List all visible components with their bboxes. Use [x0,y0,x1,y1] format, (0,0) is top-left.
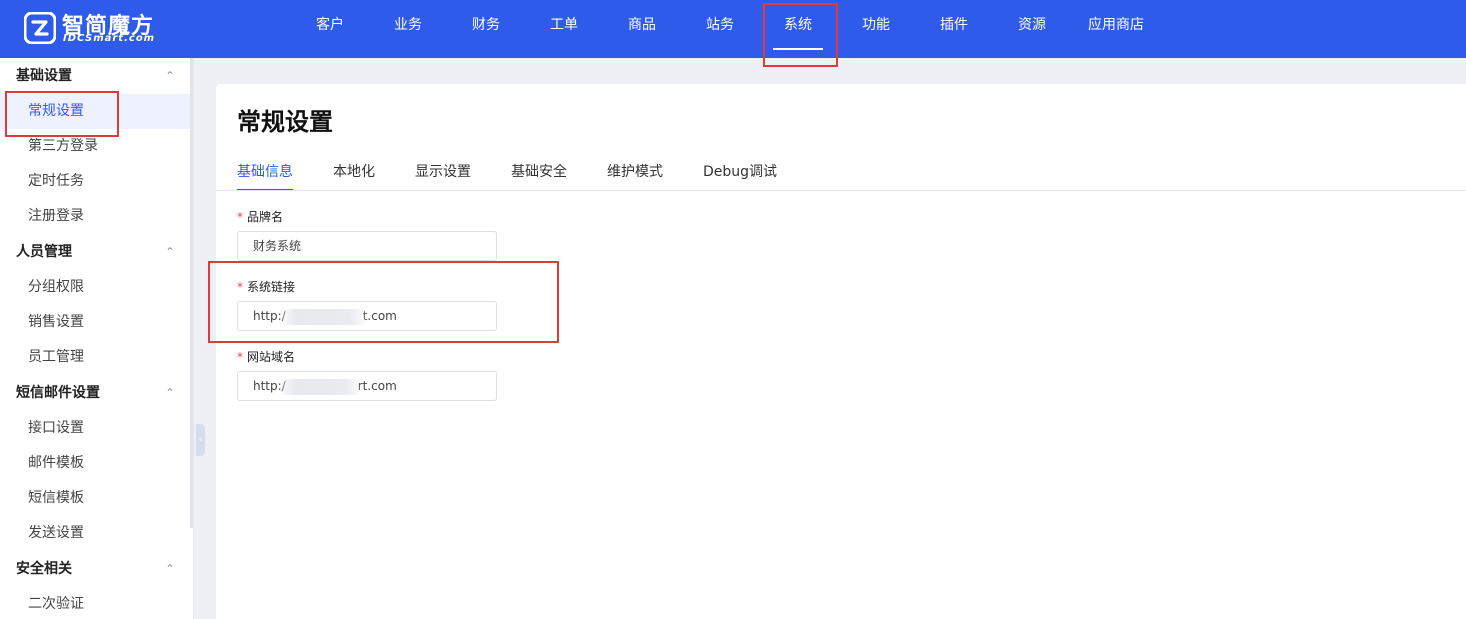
sidebar-group-label: 人员管理 [16,244,72,260]
sidebar-item-two-factor-auth[interactable]: 二次验证 [0,587,193,619]
brand-name-label: * 品牌名 [237,208,283,225]
site-domain-label: * 网站域名 [237,348,295,365]
nav-item-customers[interactable]: 客户 [291,0,369,58]
nav-item-plugins[interactable]: 插件 [915,0,993,58]
brand-logo[interactable]: 智简魔方 IDCSmart.com [24,10,174,48]
tab-debug[interactable]: Debug调试 [703,154,777,190]
nav-item-system[interactable]: 系统 [759,0,837,58]
sidebar-item-email-templates[interactable]: 邮件模板 [0,446,193,481]
sidebar: 基础设置 ⌃ 常规设置 第三方登录 定时任务 注册登录 人员管理 ⌃ 分组权限 … [0,58,194,619]
chevron-up-icon: ⌃ [164,69,175,83]
nav-item-app-store[interactable]: 应用商店 [1071,0,1161,58]
redaction-blur [278,379,362,395]
required-mark: * [237,210,243,224]
sidebar-group-security[interactable]: 安全相关 ⌃ [0,551,193,587]
sidebar-group-basic-settings[interactable]: 基础设置 ⌃ [0,58,193,94]
system-link-label-text: 系统链接 [247,280,296,294]
sidebar-group-staff-management[interactable]: 人员管理 ⌃ [0,234,193,270]
chevron-up-icon: ⌃ [164,386,175,400]
sidebar-group-label: 短信邮件设置 [16,385,100,401]
brand-subtitle: IDCSmart.com [63,33,156,44]
nav-item-tickets[interactable]: 工单 [525,0,603,58]
sidebar-group-label: 安全相关 [16,561,72,577]
site-domain-input[interactable]: http:/rt.com [237,371,497,401]
sidebar-item-staff-management[interactable]: 员工管理 [0,340,193,375]
sidebar-item-send-settings[interactable]: 发送设置 [0,516,193,551]
brand-name-label-text: 品牌名 [247,210,284,224]
sidebar-item-third-party-login[interactable]: 第三方登录 [0,129,193,164]
sidebar-group-sms-email-settings[interactable]: 短信邮件设置 ⌃ [0,375,193,411]
nav-item-site-affairs[interactable]: 站务 [681,0,759,58]
brand-logo-icon [24,12,56,44]
sidebar-item-scheduled-tasks[interactable]: 定时任务 [0,164,193,199]
tab-basic-info[interactable]: 基础信息 [237,154,293,191]
tabs-divider [216,190,1466,191]
required-mark: * [237,280,243,294]
brand-name-input[interactable]: 财务系统 [237,231,497,261]
system-link-label: * 系统链接 [237,278,295,295]
site-domain-label-text: 网站域名 [247,350,296,364]
top-nav-bar: 智简魔方 IDCSmart.com 客户 业务 财务 工单 商品 站务 系统 功… [0,0,1466,58]
sidebar-item-sms-templates[interactable]: 短信模板 [0,481,193,516]
sidebar-scrollbar[interactable] [190,58,193,528]
tab-maintenance-mode[interactable]: 维护模式 [607,154,663,190]
chevron-up-icon: ⌃ [164,245,175,259]
sidebar-collapse-handle[interactable]: ‹ [196,424,205,456]
site-domain-value-suffix: rt.com [357,379,397,393]
settings-tabs: 基础信息 本地化 显示设置 基础安全 维护模式 Debug调试 [237,154,817,191]
nav-item-resources[interactable]: 资源 [993,0,1071,58]
sidebar-item-group-permissions[interactable]: 分组权限 [0,270,193,305]
nav-item-business[interactable]: 业务 [369,0,447,58]
sidebar-item-interface-settings[interactable]: 接口设置 [0,411,193,446]
required-mark: * [237,350,243,364]
page-title: 常规设置 [237,108,333,136]
nav-item-products[interactable]: 商品 [603,0,681,58]
redaction-blur [278,309,368,325]
nav-item-finance[interactable]: 财务 [447,0,525,58]
sidebar-item-general-settings[interactable]: 常规设置 [0,94,193,129]
brand-name-value: 财务系统 [253,239,302,253]
sidebar-group-label: 基础设置 [16,68,72,84]
nav-item-features[interactable]: 功能 [837,0,915,58]
sidebar-item-register-login[interactable]: 注册登录 [0,199,193,234]
main-content-card: 常规设置 基础信息 本地化 显示设置 基础安全 维护模式 Debug调试 * 品牌… [216,84,1466,619]
chevron-up-icon: ⌃ [164,562,175,576]
tab-basic-security[interactable]: 基础安全 [511,154,567,190]
tab-display-settings[interactable]: 显示设置 [415,154,471,190]
tab-localization[interactable]: 本地化 [333,154,375,190]
main-nav: 客户 业务 财务 工单 商品 站务 系统 功能 插件 资源 应用商店 [291,0,1161,58]
sidebar-item-sales-settings[interactable]: 销售设置 [0,305,193,340]
